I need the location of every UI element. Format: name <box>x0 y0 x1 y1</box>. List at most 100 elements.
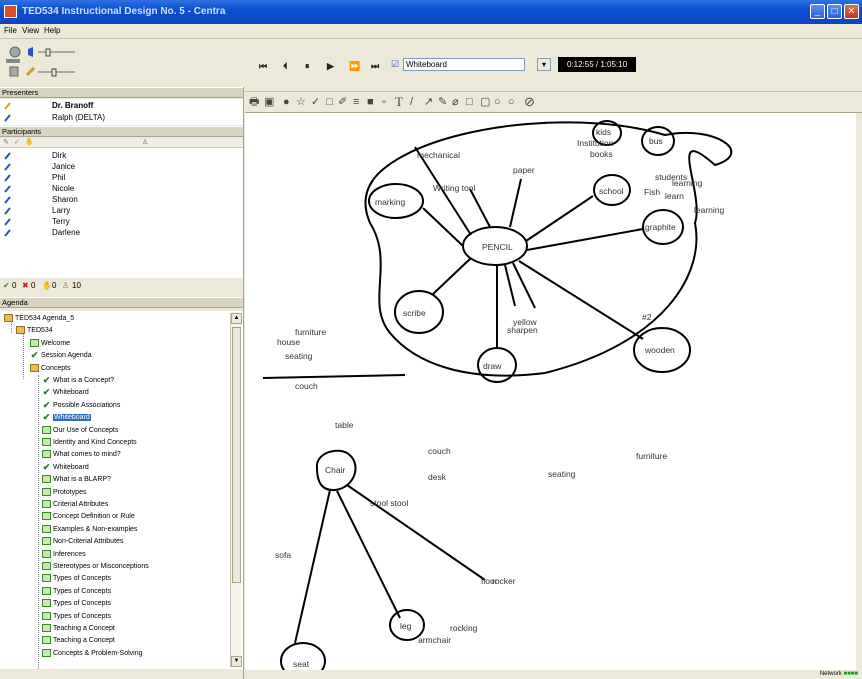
slide-icon <box>42 438 51 446</box>
scroll-thumb[interactable] <box>232 327 241 583</box>
menu-file[interactable]: File <box>4 26 17 35</box>
agenda-folder[interactable]: TED534 Agenda_5 <box>4 314 74 325</box>
agenda-item[interactable]: ✔ Whiteboard <box>42 461 89 474</box>
slide-icon <box>42 425 51 434</box>
slide-icon <box>42 586 51 595</box>
agenda-item[interactable]: What is a BLARP? <box>42 475 111 486</box>
agenda-item[interactable]: Identity and Kind Concepts <box>42 438 137 449</box>
agenda-item[interactable]: Types of Concepts <box>42 599 111 610</box>
scroll-up-icon[interactable]: ▲ <box>231 313 242 324</box>
agenda-scrollbar[interactable]: ▲ ▼ <box>230 313 242 667</box>
step-back-button[interactable]: ⏴ <box>283 61 288 72</box>
raised-hand-icon: ✋ <box>42 281 52 290</box>
agenda-item[interactable]: ✔ Possible Associations <box>42 400 121 412</box>
agenda-item-label: Welcome <box>41 339 71 347</box>
agenda-item-label: Identity and Kind Concepts <box>53 438 137 446</box>
agenda-item[interactable]: Our Use of Concepts <box>42 425 118 437</box>
save-icon[interactable]: ▣ <box>264 96 274 108</box>
participants-column-header: ✎ ✓ ✋ ♙ <box>0 138 243 148</box>
participant-row[interactable]: Sharon <box>0 194 243 205</box>
left-panel: Presenters Dr. Branoff Ralph (DELTA) Par… <box>0 39 244 679</box>
pen-icon[interactable]: ✎ <box>438 96 447 108</box>
agenda-item[interactable]: Concept Definition or Rule <box>42 512 135 523</box>
tool-select[interactable]: Whiteboard <box>403 58 525 71</box>
presenter-row[interactable]: Dr. Branoff <box>0 100 243 111</box>
dot-icon[interactable]: ● <box>283 96 290 108</box>
participant-row[interactable]: Janice <box>0 161 243 172</box>
agenda-item-label: What is a BLARP? <box>53 476 111 484</box>
agenda-item-label: TED534 <box>27 327 53 335</box>
microphone-icon <box>4 152 11 160</box>
participant-row[interactable]: Dirk <box>0 150 243 161</box>
print-icon[interactable]: 🖶 <box>249 96 259 108</box>
agenda-item[interactable]: Prototypes <box>42 487 86 499</box>
raised-count: 0 <box>52 281 57 290</box>
agenda-folder[interactable]: TED534 <box>16 326 53 337</box>
star-icon[interactable]: ☆ <box>296 96 306 108</box>
agenda-item[interactable]: ✔ Whiteboard <box>42 413 91 424</box>
microphone-icon <box>4 218 11 226</box>
participant-row[interactable]: Darlene <box>0 227 243 238</box>
agenda-item[interactable]: Types of Concepts <box>42 611 111 623</box>
color-icon[interactable]: ▫ <box>382 96 386 108</box>
participant-row[interactable]: Larry <box>0 205 243 216</box>
pause-button[interactable]: ⏸ <box>305 61 310 72</box>
slide-icon <box>42 512 51 521</box>
agenda-item[interactable]: Non-Criterial Attributes <box>42 537 123 548</box>
ellipse-icon[interactable]: ○ <box>494 96 501 108</box>
rect-select-icon[interactable]: □ <box>326 96 333 108</box>
presenter-row[interactable]: Ralph (DELTA) <box>0 112 243 123</box>
close-button[interactable]: ✕ <box>844 4 859 19</box>
agenda-item[interactable]: Types of Concepts <box>42 586 111 598</box>
no-icon[interactable]: ⊘ <box>524 95 535 108</box>
line-icon[interactable]: / <box>410 96 413 108</box>
agenda-item[interactable]: Welcome <box>30 338 71 350</box>
microphone-icon <box>4 114 11 122</box>
minimize-button[interactable]: _ <box>810 4 825 19</box>
pencil-icon[interactable]: ✐ <box>338 96 347 108</box>
no-count: 0 <box>31 281 36 290</box>
agenda-item-label: Stereotypes or Misconceptions <box>53 562 149 570</box>
agenda-item[interactable]: Inferences <box>42 549 86 561</box>
menu-view[interactable]: View <box>22 26 39 35</box>
text-icon[interactable]: T <box>395 95 403 108</box>
microphone-icon <box>4 163 11 171</box>
agenda-item[interactable]: Criterial Attributes <box>42 500 108 511</box>
rounded-rect-icon[interactable]: ▢ <box>480 96 490 108</box>
fill-icon[interactable]: ■ <box>367 96 374 108</box>
arrow-icon[interactable]: ↗ <box>424 96 433 108</box>
wb-word: draw <box>483 361 502 371</box>
fast-forward-button[interactable]: ⏩ <box>349 61 360 72</box>
agenda-item[interactable]: Concepts & Problem-Solving <box>42 648 143 660</box>
whiteboard-scrollbar[interactable] <box>856 113 862 670</box>
circle-icon[interactable]: ○ <box>508 96 515 108</box>
skip-start-button[interactable]: ⏮ <box>259 61 267 72</box>
play-button[interactable]: ▶ <box>327 61 334 72</box>
maximize-button[interactable]: □ <box>827 4 842 19</box>
checkmark-icon: ✔ <box>42 461 51 472</box>
check-icon[interactable]: ✓ <box>311 96 320 108</box>
rectangle-icon[interactable]: □ <box>466 96 473 108</box>
eraser-icon[interactable]: ⌀ <box>452 96 459 108</box>
agenda-item[interactable]: Examples & Non-examples <box>42 524 137 536</box>
agenda-item[interactable]: ✔ Session Agenda <box>30 351 92 362</box>
scroll-down-icon[interactable]: ▼ <box>231 656 242 667</box>
agenda-folder[interactable]: Concepts <box>30 363 71 375</box>
participant-row[interactable]: Nicole <box>0 183 243 194</box>
participant-row[interactable]: Phil <box>0 172 243 183</box>
lines-icon[interactable]: ≡ <box>353 96 359 108</box>
whiteboard-drawing: PENCIL mechanical paper Writing tool mar… <box>262 120 733 670</box>
participant-row[interactable]: Terry <box>0 216 243 227</box>
agenda-item[interactable]: Stereotypes or Misconceptions <box>42 562 149 573</box>
menu-help[interactable]: Help <box>44 26 60 35</box>
skip-end-button[interactable]: ⏭ <box>371 61 379 72</box>
agenda-item[interactable]: Teaching a Concept <box>42 636 115 647</box>
wb-word: seating <box>285 351 313 361</box>
whiteboard-canvas[interactable]: PENCIL mechanical paper Writing tool mar… <box>245 113 856 670</box>
agenda-item[interactable]: ✔ Whiteboard <box>42 388 89 399</box>
agenda-item[interactable]: Teaching a Concept <box>42 624 115 635</box>
agenda-item[interactable]: Types of Concepts <box>42 574 111 585</box>
dropdown-arrow-icon[interactable]: ▾ <box>537 58 551 71</box>
agenda-item[interactable]: What comes to mind? <box>42 450 121 461</box>
agenda-item[interactable]: ✔ What is a Concept? <box>42 376 114 387</box>
